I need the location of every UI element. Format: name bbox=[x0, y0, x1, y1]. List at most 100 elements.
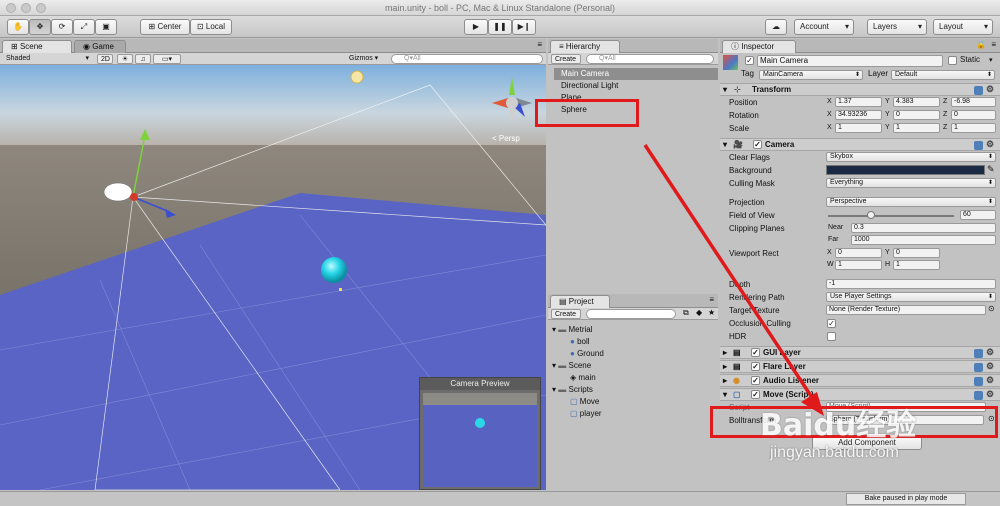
project-create-button[interactable]: Create ▾ bbox=[551, 309, 581, 327]
viewport-x-field[interactable]: 0 bbox=[835, 248, 882, 258]
filter-label-icon[interactable]: ◆ bbox=[696, 308, 702, 317]
favorite-icon[interactable]: ★ bbox=[708, 308, 715, 317]
gear-icon[interactable]: ⚙ bbox=[986, 140, 995, 149]
cloud-button[interactable]: ☁ bbox=[765, 19, 787, 35]
audio-listener-checkbox[interactable]: ✓ bbox=[751, 376, 760, 385]
object-name-field[interactable]: Main Camera bbox=[757, 55, 943, 67]
project-item-player[interactable]: ▢ player bbox=[570, 408, 602, 419]
project-item-boll[interactable]: ● boll bbox=[570, 336, 590, 347]
move-script-checkbox[interactable]: ✓ bbox=[751, 390, 760, 399]
rendering-path-dropdown[interactable]: Use Player Settings bbox=[826, 292, 996, 302]
project-folder-metrial[interactable]: ▾ ▬ Metrial bbox=[552, 324, 593, 335]
project-search-input[interactable] bbox=[586, 309, 676, 319]
sphere[interactable] bbox=[321, 257, 347, 283]
rotation-x-field[interactable]: 34.93236 bbox=[835, 110, 882, 120]
tab-scene[interactable]: ⊞ Scene bbox=[2, 40, 72, 53]
viewport-h-field[interactable]: 1 bbox=[893, 260, 940, 270]
help-book-icon[interactable] bbox=[974, 141, 983, 150]
fov-slider[interactable] bbox=[828, 211, 954, 219]
tab-inspector[interactable]: ⓘ Inspector bbox=[722, 40, 796, 53]
minimize-window-button[interactable] bbox=[21, 3, 31, 13]
flare-layer-header[interactable]: ▸ ▤ ✓ Flare Layer ⚙ bbox=[720, 360, 1000, 373]
project-item-main[interactable]: ◈ main bbox=[570, 372, 596, 383]
hierarchy-item-main-camera[interactable]: Main Camera bbox=[554, 68, 718, 80]
eyedropper-icon[interactable]: ✎ bbox=[987, 164, 995, 175]
rect-tool-button[interactable]: ▣ bbox=[95, 19, 117, 35]
help-book-icon[interactable] bbox=[974, 377, 983, 386]
layout-dropdown[interactable]: Layout ▾ bbox=[933, 19, 993, 35]
shading-dropdown[interactable]: Shaded ▾ bbox=[3, 54, 91, 64]
gui-layer-header[interactable]: ▸ ▤ ✓ GUI Layer ⚙ bbox=[720, 346, 1000, 359]
static-checkbox[interactable] bbox=[948, 56, 957, 65]
hdr-checkbox[interactable] bbox=[827, 332, 836, 341]
step-button[interactable]: ▶❙ bbox=[512, 19, 536, 35]
hand-tool-button[interactable]: ✋ bbox=[7, 19, 29, 35]
gui-layer-checkbox[interactable]: ✓ bbox=[751, 348, 760, 357]
flare-layer-checkbox[interactable]: ✓ bbox=[751, 362, 760, 371]
position-z-field[interactable]: -6.98 bbox=[951, 97, 996, 107]
account-dropdown[interactable]: Account ▾ bbox=[794, 19, 854, 35]
clear-flags-dropdown[interactable]: Skybox bbox=[826, 152, 996, 162]
scale-x-field[interactable]: 1 bbox=[835, 123, 882, 133]
panel-menu-icon[interactable]: ≡ bbox=[709, 295, 714, 304]
background-color-swatch[interactable] bbox=[826, 165, 985, 175]
camera-header[interactable]: ▾ 🎥 ✓ Camera ⚙ bbox=[720, 138, 1000, 151]
scene-search-input[interactable]: Q▾All bbox=[391, 54, 543, 64]
hierarchy-search-input[interactable]: Q▾All bbox=[586, 54, 714, 64]
move-tool-button[interactable]: ✥ bbox=[29, 19, 51, 35]
panel-menu-icon[interactable]: ≡ bbox=[991, 40, 996, 49]
camera-enabled-checkbox[interactable]: ✓ bbox=[753, 140, 762, 149]
hierarchy-item-directional-light[interactable]: Directional Light bbox=[554, 80, 718, 92]
project-item-move[interactable]: ▢ Move bbox=[570, 396, 599, 407]
tab-hierarchy[interactable]: ≡ Hierarchy bbox=[550, 40, 620, 53]
gear-icon[interactable]: ⚙ bbox=[986, 85, 995, 94]
projection-dropdown[interactable]: Perspective bbox=[826, 197, 996, 207]
tab-game[interactable]: ◉ Game bbox=[74, 40, 126, 53]
layers-dropdown[interactable]: Layers ▾ bbox=[867, 19, 927, 35]
pivot-center-button[interactable]: ⊞ Center bbox=[140, 19, 190, 35]
audio-toggle[interactable]: ♫ bbox=[135, 54, 151, 64]
occlusion-culling-checkbox[interactable]: ✓ bbox=[827, 319, 836, 328]
fov-field[interactable]: 60 bbox=[960, 210, 996, 220]
scale-z-field[interactable]: 1 bbox=[951, 123, 996, 133]
filter-type-icon[interactable]: ⧉ bbox=[683, 308, 689, 318]
help-book-icon[interactable] bbox=[974, 349, 983, 358]
culling-mask-dropdown[interactable]: Everything bbox=[826, 178, 996, 188]
hierarchy-create-button[interactable]: Create ▾ bbox=[551, 54, 581, 72]
far-field[interactable]: 1000 bbox=[851, 235, 996, 245]
position-x-field[interactable]: 1.37 bbox=[835, 97, 882, 107]
scale-tool-button[interactable]: ⤢ bbox=[73, 19, 95, 35]
transform-header[interactable]: ▾ ⊹ Transform ⚙ bbox=[720, 83, 1000, 96]
pause-button[interactable]: ❚❚ bbox=[488, 19, 512, 35]
persp-label[interactable]: < Persp bbox=[492, 134, 520, 143]
close-window-button[interactable] bbox=[6, 3, 16, 13]
gear-icon[interactable]: ⚙ bbox=[986, 376, 995, 385]
fov-slider-thumb[interactable] bbox=[867, 211, 875, 219]
play-button[interactable]: ▶ bbox=[464, 19, 488, 35]
project-folder-scripts[interactable]: ▾ ▬ Scripts bbox=[552, 384, 593, 395]
zoom-window-button[interactable] bbox=[36, 3, 46, 13]
project-folder-scene[interactable]: ▾ ▬ Scene bbox=[552, 360, 591, 371]
help-book-icon[interactable] bbox=[974, 86, 983, 95]
gizmos-dropdown[interactable]: Gizmos ▾ bbox=[346, 54, 386, 64]
target-texture-field[interactable]: None (Render Texture) bbox=[826, 305, 986, 315]
audio-listener-header[interactable]: ▸ ◉ ✓ Audio Listener ⚙ bbox=[720, 374, 1000, 387]
effects-dropdown[interactable]: ▭▾ bbox=[153, 54, 181, 64]
tab-project[interactable]: ▤ Project bbox=[550, 295, 610, 308]
near-field[interactable]: 0.3 bbox=[851, 223, 996, 233]
space-local-button[interactable]: ⊡ Local bbox=[190, 19, 232, 35]
layer-dropdown[interactable]: Default bbox=[891, 70, 995, 80]
viewport-w-field[interactable]: 1 bbox=[835, 260, 882, 270]
object-picker-icon[interactable]: ⊙ bbox=[988, 304, 995, 313]
gear-icon[interactable]: ⚙ bbox=[986, 348, 995, 357]
depth-field[interactable]: -1 bbox=[826, 279, 996, 289]
viewport-y-field[interactable]: 0 bbox=[893, 248, 940, 258]
gear-icon[interactable]: ⚙ bbox=[986, 362, 995, 371]
project-item-ground[interactable]: ● Ground bbox=[570, 348, 604, 359]
scene-viewport[interactable]: < Persp Camera Preview bbox=[0, 65, 546, 490]
help-book-icon[interactable] bbox=[974, 363, 983, 372]
static-dropdown-icon[interactable]: ▾ bbox=[989, 56, 993, 64]
rotation-z-field[interactable]: 0 bbox=[951, 110, 996, 120]
lock-icon[interactable]: 🔒 bbox=[976, 40, 986, 49]
scale-y-field[interactable]: 1 bbox=[893, 123, 940, 133]
